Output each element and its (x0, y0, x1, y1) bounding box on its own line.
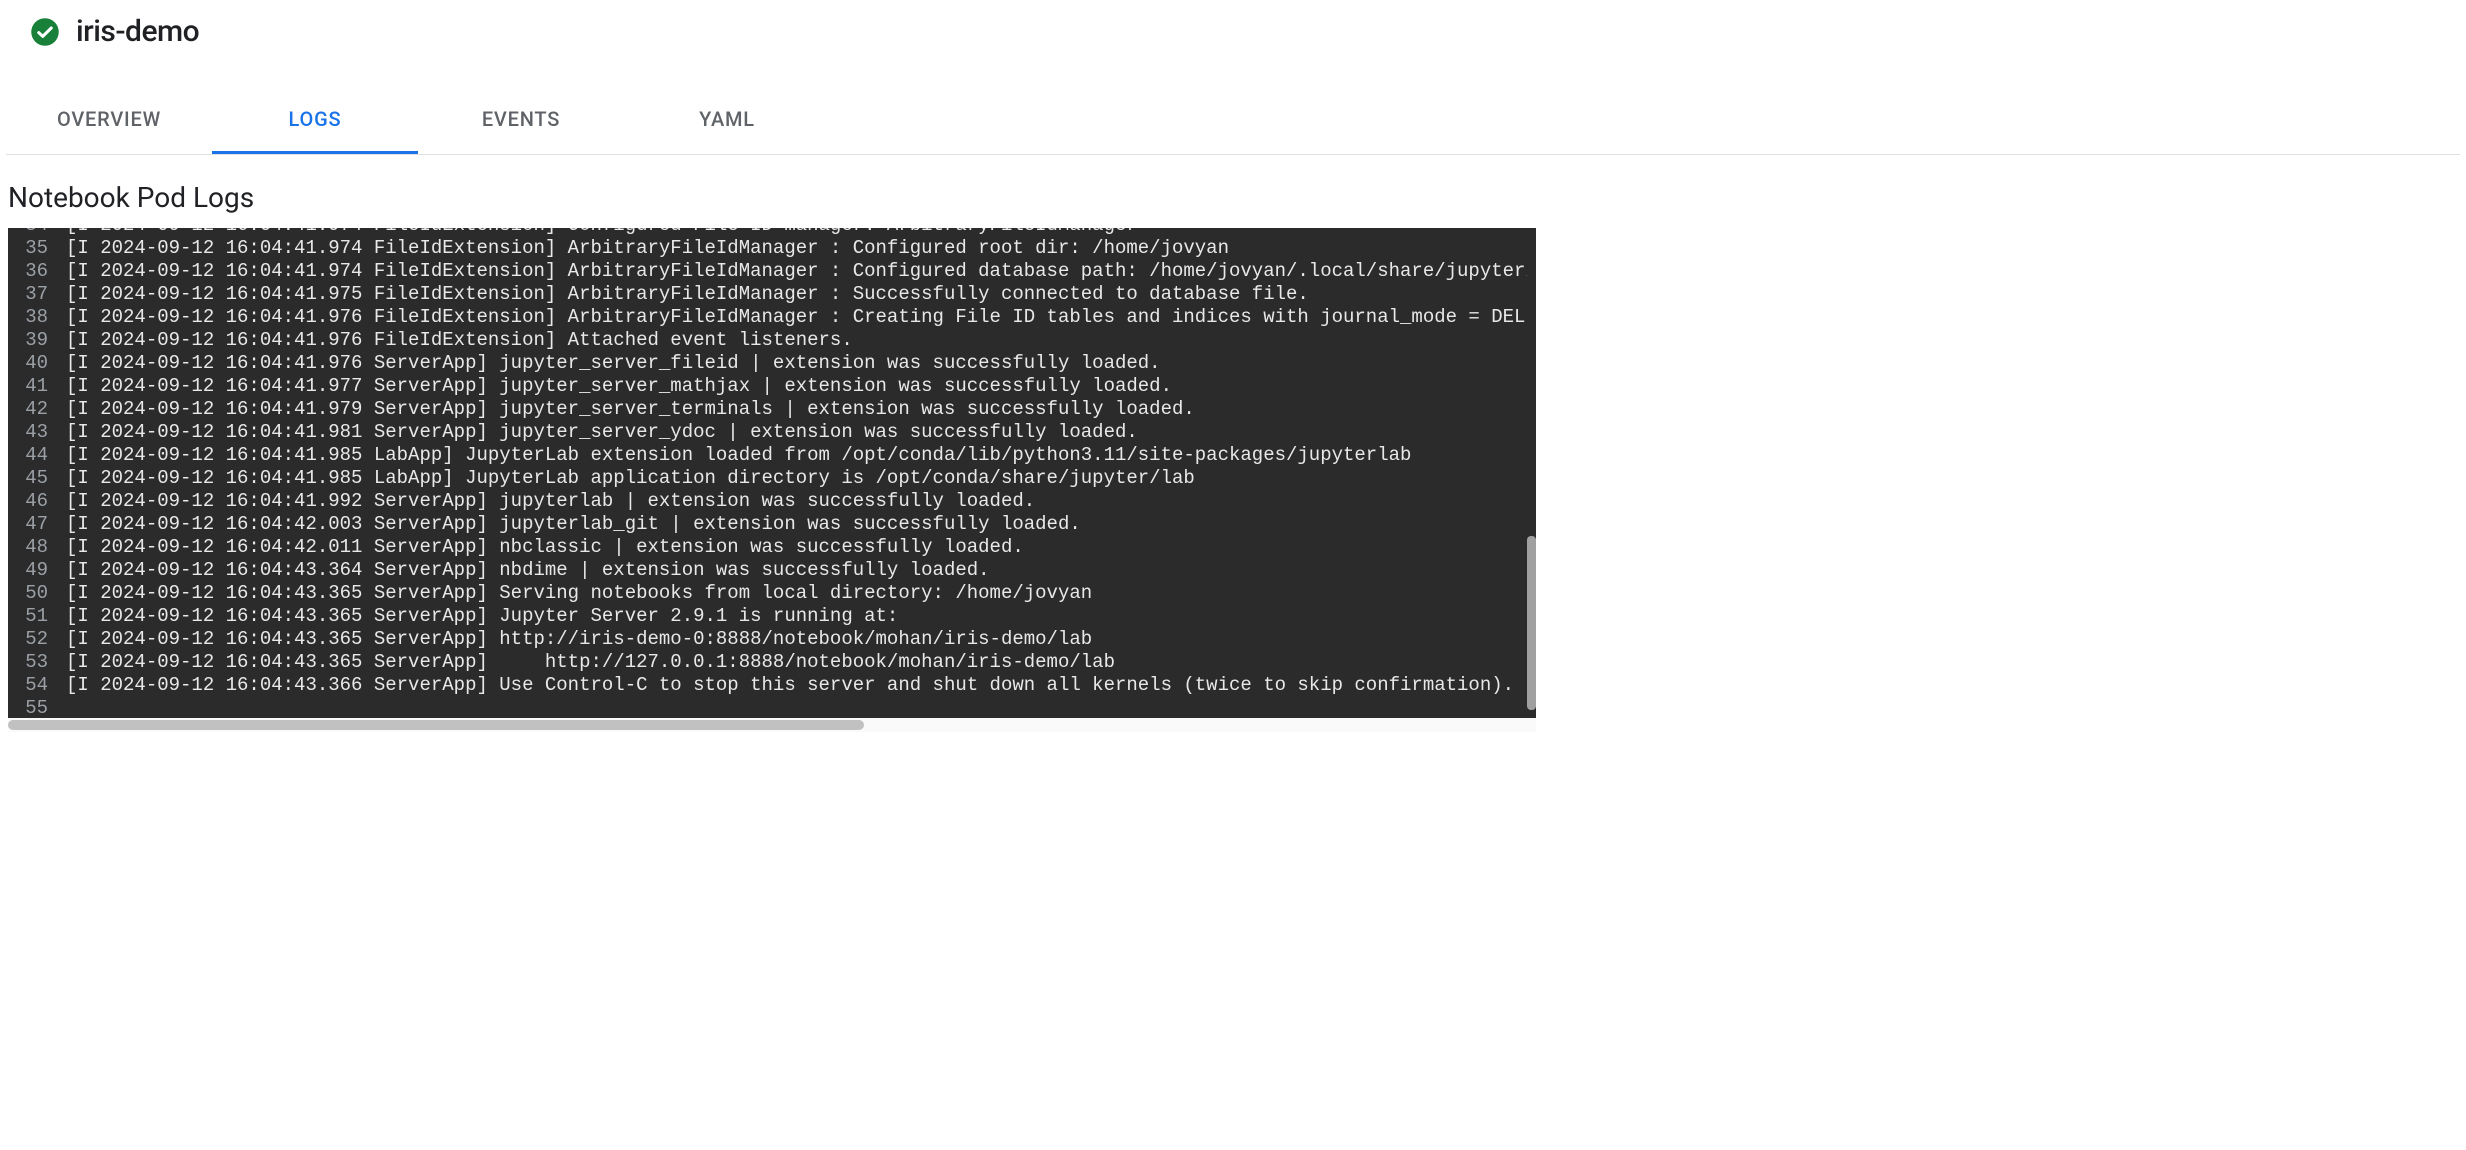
log-line-number: 42 (8, 398, 66, 421)
log-line: 55 (8, 697, 1536, 718)
log-line-text: [I 2024-09-12 16:04:41.974 FileIdExtensi… (66, 260, 1536, 283)
log-line-number: 53 (8, 651, 66, 674)
log-line: 50[I 2024-09-12 16:04:43.365 ServerApp] … (8, 582, 1536, 605)
log-line-text: [I 2024-09-12 16:04:41.974 FileIdExtensi… (66, 228, 1138, 237)
log-line-text: [I 2024-09-12 16:04:42.011 ServerApp] nb… (66, 536, 1024, 559)
log-line-number: 54 (8, 674, 66, 697)
log-panel: 34[I 2024-09-12 16:04:41.974 FileIdExten… (8, 228, 2458, 732)
log-line-number: 44 (8, 444, 66, 467)
status-ok-icon (30, 17, 60, 47)
log-line: 52[I 2024-09-12 16:04:43.365 ServerApp] … (8, 628, 1536, 651)
log-line-text: [I 2024-09-12 16:04:43.365 ServerApp] Se… (66, 582, 1092, 605)
tabs: OVERVIEW LOGS EVENTS YAML (6, 89, 2460, 155)
log-line-number: 39 (8, 329, 66, 352)
log-line-number: 38 (8, 306, 66, 329)
log-line-number: 45 (8, 467, 66, 490)
log-line-number: 43 (8, 421, 66, 444)
log-line-number: 35 (8, 237, 66, 260)
log-line-text: [I 2024-09-12 16:04:41.976 FileIdExtensi… (66, 329, 853, 352)
section-heading: Notebook Pod Logs (0, 155, 2466, 228)
log-line-number: 36 (8, 260, 66, 283)
log-line-number: 46 (8, 490, 66, 513)
log-line-text: [I 2024-09-12 16:04:41.977 ServerApp] ju… (66, 375, 1172, 398)
log-line: 41[I 2024-09-12 16:04:41.977 ServerApp] … (8, 375, 1536, 398)
log-line-number: 50 (8, 582, 66, 605)
horizontal-scrollbar-thumb[interactable] (8, 720, 864, 730)
log-line: 46[I 2024-09-12 16:04:41.992 ServerApp] … (8, 490, 1536, 513)
log-line-text: [I 2024-09-12 16:04:43.365 ServerApp] ht… (66, 628, 1092, 651)
log-line-text: [I 2024-09-12 16:04:43.365 ServerApp] Ju… (66, 605, 898, 628)
log-line: 47[I 2024-09-12 16:04:42.003 ServerApp] … (8, 513, 1536, 536)
log-line-text: [I 2024-09-12 16:04:41.975 FileIdExtensi… (66, 283, 1309, 306)
log-line: 40[I 2024-09-12 16:04:41.976 ServerApp] … (8, 352, 1536, 375)
tab-logs[interactable]: LOGS (212, 89, 418, 154)
log-line: 34[I 2024-09-12 16:04:41.974 FileIdExten… (8, 228, 1536, 237)
log-line: 35[I 2024-09-12 16:04:41.974 FileIdExten… (8, 237, 1536, 260)
log-viewer[interactable]: 34[I 2024-09-12 16:04:41.974 FileIdExten… (8, 228, 1536, 718)
log-line-text: [I 2024-09-12 16:04:42.003 ServerApp] ju… (66, 513, 1081, 536)
log-line: 42[I 2024-09-12 16:04:41.979 ServerApp] … (8, 398, 1536, 421)
vertical-scrollbar-thumb[interactable] (1527, 536, 1536, 710)
log-line: 38[I 2024-09-12 16:04:41.976 FileIdExten… (8, 306, 1536, 329)
log-line-number: 47 (8, 513, 66, 536)
log-line-number: 51 (8, 605, 66, 628)
log-line-number: 41 (8, 375, 66, 398)
log-line: 51[I 2024-09-12 16:04:43.365 ServerApp] … (8, 605, 1536, 628)
log-line-text: [I 2024-09-12 16:04:41.976 FileIdExtensi… (66, 306, 1536, 329)
log-line-text: [I 2024-09-12 16:04:43.364 ServerApp] nb… (66, 559, 990, 582)
log-line: 43[I 2024-09-12 16:04:41.981 ServerApp] … (8, 421, 1536, 444)
log-line: 49[I 2024-09-12 16:04:43.364 ServerApp] … (8, 559, 1536, 582)
log-line: 37[I 2024-09-12 16:04:41.975 FileIdExten… (8, 283, 1536, 306)
log-line: 45[I 2024-09-12 16:04:41.985 LabApp] Jup… (8, 467, 1536, 490)
log-line-number: 49 (8, 559, 66, 582)
log-line-text: [I 2024-09-12 16:04:41.976 ServerApp] ju… (66, 352, 1161, 375)
log-line: 48[I 2024-09-12 16:04:42.011 ServerApp] … (8, 536, 1536, 559)
tab-yaml[interactable]: YAML (624, 89, 830, 154)
header: iris-demo (0, 0, 2466, 63)
log-line: 36[I 2024-09-12 16:04:41.974 FileIdExten… (8, 260, 1536, 283)
log-line-text: [I 2024-09-12 16:04:41.992 ServerApp] ju… (66, 490, 1035, 513)
tab-events[interactable]: EVENTS (418, 89, 624, 154)
log-line-text: [I 2024-09-12 16:04:41.974 FileIdExtensi… (66, 237, 1229, 260)
log-line-number: 48 (8, 536, 66, 559)
log-line: 39[I 2024-09-12 16:04:41.976 FileIdExten… (8, 329, 1536, 352)
log-line-number: 55 (8, 697, 66, 718)
log-line-text: [I 2024-09-12 16:04:43.366 ServerApp] Us… (66, 674, 1514, 697)
log-line-text: [I 2024-09-12 16:04:41.985 LabApp] Jupyt… (66, 444, 1411, 467)
log-line: 44[I 2024-09-12 16:04:41.985 LabApp] Jup… (8, 444, 1536, 467)
log-line-text: [I 2024-09-12 16:04:41.985 LabApp] Jupyt… (66, 467, 1195, 490)
horizontal-scrollbar[interactable] (8, 718, 1536, 732)
tab-overview[interactable]: OVERVIEW (6, 89, 212, 154)
page-title: iris-demo (76, 14, 199, 49)
log-line-text: [I 2024-09-12 16:04:43.365 ServerApp] ht… (66, 651, 1115, 674)
log-line: 53[I 2024-09-12 16:04:43.365 ServerApp] … (8, 651, 1536, 674)
log-line-text: [I 2024-09-12 16:04:41.981 ServerApp] ju… (66, 421, 1138, 444)
log-line-number: 52 (8, 628, 66, 651)
log-line-number: 40 (8, 352, 66, 375)
vertical-scrollbar[interactable] (1527, 228, 1536, 718)
log-line-text: [I 2024-09-12 16:04:41.979 ServerApp] ju… (66, 398, 1195, 421)
log-line: 54[I 2024-09-12 16:04:43.366 ServerApp] … (8, 674, 1536, 697)
log-line-number: 34 (8, 228, 66, 237)
log-line-number: 37 (8, 283, 66, 306)
